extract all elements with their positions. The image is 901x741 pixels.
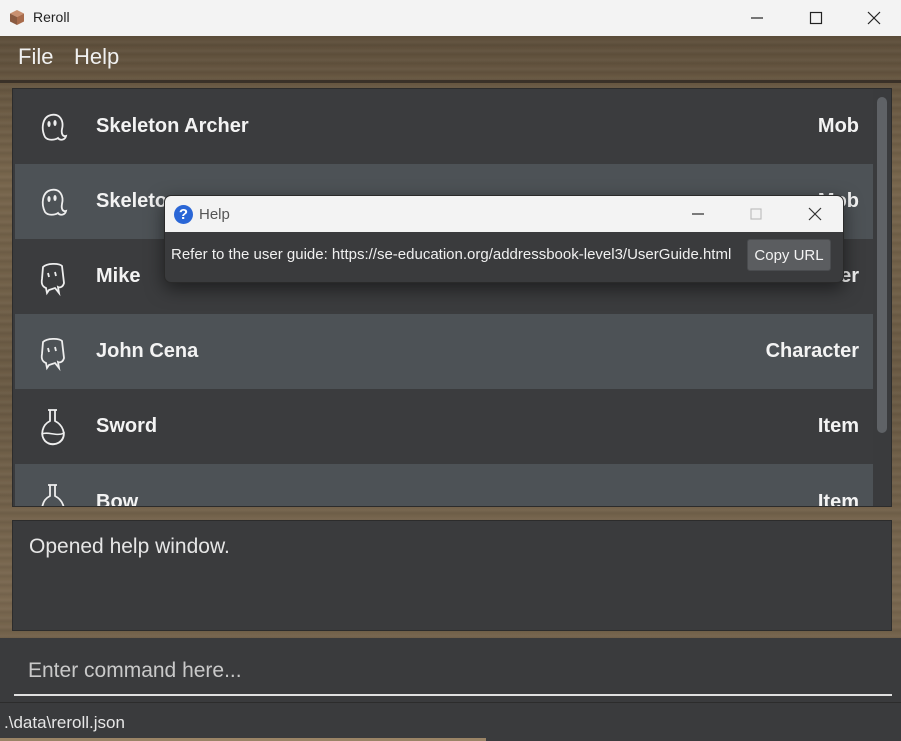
copy-url-button[interactable]: Copy URL	[747, 239, 831, 271]
minimize-icon	[751, 17, 763, 19]
list-scrollbar-thumb[interactable]	[877, 97, 887, 433]
status-file-path: .\data\reroll.json	[4, 713, 125, 732]
help-body: Refer to the user guide: https://se-educ…	[165, 232, 843, 282]
entity-name: John Cena	[96, 340, 199, 362]
menu-help[interactable]: Help	[74, 44, 119, 70]
status-bar: .\data\reroll.json	[0, 702, 901, 741]
cube-icon	[10, 10, 24, 25]
help-maximize-button	[727, 196, 785, 232]
ghost-icon	[41, 113, 68, 141]
entity-name: Bow	[96, 491, 139, 507]
maximize-icon	[750, 208, 762, 220]
entity-name: Sword	[96, 415, 158, 437]
potion-icon	[41, 484, 65, 506]
question-icon: ?	[174, 205, 193, 224]
close-icon	[808, 207, 822, 221]
entity-name: Mike	[96, 265, 141, 287]
menu-bar	[0, 36, 901, 82]
entity-type: Item	[817, 415, 859, 437]
command-input[interactable]	[14, 648, 892, 696]
help-titlebar: ? Help	[165, 196, 843, 232]
list-item[interactable]: Skeleton Archer Mob	[15, 89, 873, 164]
entity-type: Item	[817, 491, 859, 507]
minimize-button[interactable]	[728, 0, 786, 36]
list-item[interactable]: Bow Item	[15, 464, 873, 507]
maximize-button[interactable]	[787, 0, 845, 36]
window-titlebar: Reroll	[0, 0, 901, 36]
list-item[interactable]: John Cena Character	[15, 314, 873, 389]
result-text: Opened help window.	[29, 535, 230, 558]
minimize-icon	[692, 213, 704, 215]
help-dialog: ? Help Refer to the user guide: https://…	[164, 195, 844, 283]
close-icon	[867, 11, 881, 25]
maximize-icon	[809, 11, 823, 25]
character-icon	[40, 337, 65, 372]
entity-type: Character	[765, 340, 859, 362]
window-title: Reroll	[33, 9, 70, 25]
help-title: Help	[199, 206, 230, 223]
menu-divider	[0, 80, 901, 83]
entity-list[interactable]: Skeleton Archer Mob Skeleton Mob Mike Ch…	[12, 88, 892, 507]
list-item[interactable]: Sword Item	[15, 389, 873, 464]
help-message: Refer to the user guide: https://se-educ…	[171, 246, 732, 263]
close-button[interactable]	[845, 0, 901, 36]
entity-type: Mob	[817, 115, 859, 137]
help-close-button[interactable]	[786, 196, 843, 232]
entity-name: Skeleton Archer	[96, 115, 249, 137]
potion-icon	[41, 409, 65, 446]
help-minimize-button[interactable]	[669, 196, 727, 232]
ghost-icon	[41, 188, 68, 216]
result-display: Opened help window.	[12, 520, 892, 631]
menu-file[interactable]: File	[18, 44, 53, 70]
character-icon	[40, 262, 65, 297]
